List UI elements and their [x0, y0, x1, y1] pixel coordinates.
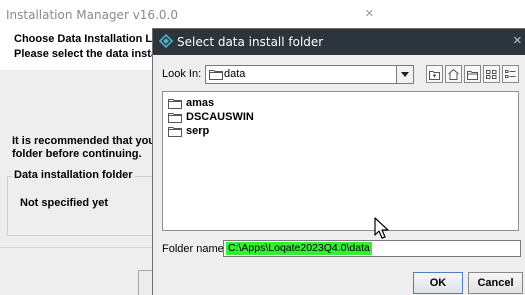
list-item-label: DSCAUSWIN — [186, 111, 254, 123]
folder-icon — [209, 70, 223, 80]
installer-titlebar: Installation Manager v16.0.0 × — [0, 0, 388, 30]
cancel-button[interactable]: Cancel — [468, 272, 523, 294]
look-in-dropdown-button[interactable] — [396, 65, 414, 84]
file-list[interactable]: amas DSCAUSWIN serp — [162, 91, 519, 231]
folder-icon — [168, 99, 182, 109]
select-folder-dialog: Select data install folder × Look In: da… — [152, 28, 525, 295]
look-in-label: Look In: — [162, 68, 202, 80]
folder-icon — [168, 113, 182, 123]
new-folder-icon — [467, 71, 478, 80]
folder-name-input[interactable]: C:\Apps\Loqate2023Q4.0\data — [223, 240, 521, 257]
list-view-button[interactable] — [483, 65, 500, 83]
folder-name-value: C:\Apps\Loqate2023Q4.0\data — [226, 242, 372, 255]
data-folder-status: Not specified yet — [20, 197, 109, 209]
details-view-button[interactable] — [502, 65, 519, 83]
list-item-label: serp — [186, 125, 210, 137]
mouse-cursor-icon — [374, 217, 389, 239]
dialog-title: Select data install folder — [177, 35, 324, 49]
look-in-value: data — [224, 68, 246, 80]
folder-name-label: Folder name: — [162, 243, 227, 255]
dialog-titlebar: Select data install folder × — [153, 29, 525, 55]
up-folder-icon — [429, 71, 440, 80]
dialog-close-button[interactable]: × — [513, 32, 522, 49]
chevron-down-icon — [401, 72, 409, 77]
up-one-level-button[interactable] — [426, 65, 443, 83]
details-view-icon — [505, 70, 516, 78]
installer-divider — [0, 247, 160, 248]
app-diamond-icon — [159, 34, 173, 48]
home-button[interactable] — [445, 65, 462, 83]
installer-recommendation-line2: folder before continuing. — [12, 148, 142, 160]
installer-close-button[interactable]: × — [365, 5, 374, 22]
ok-button[interactable]: OK — [413, 272, 463, 294]
installer-title: Installation Manager v16.0.0 — [6, 8, 178, 22]
list-view-icon — [486, 70, 497, 79]
data-folder-group-legend: Data installation folder — [12, 169, 135, 181]
list-item-label: amas — [186, 97, 215, 109]
new-folder-button[interactable] — [464, 65, 481, 83]
look-in-combobox[interactable]: data — [205, 65, 413, 84]
folder-icon — [168, 127, 182, 137]
home-icon — [448, 68, 459, 80]
